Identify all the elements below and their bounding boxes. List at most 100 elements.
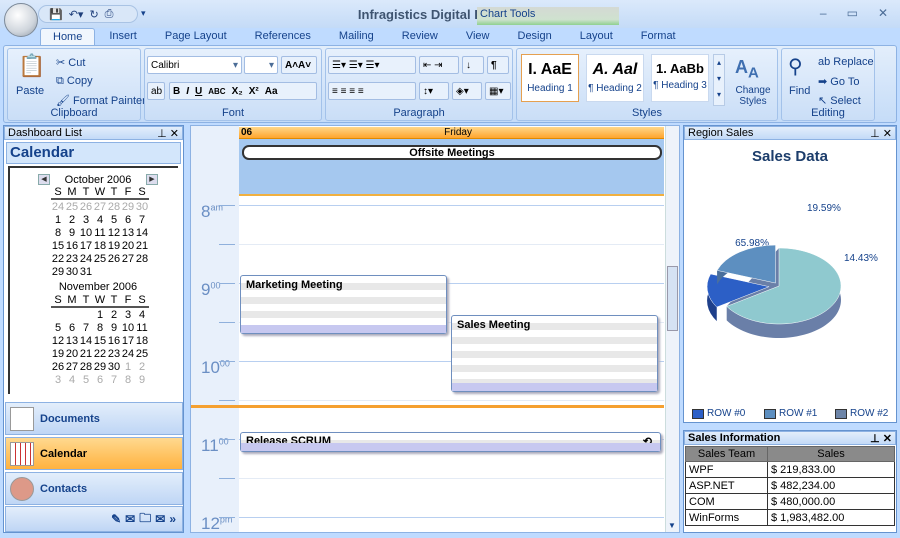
calendar-day[interactable]: 3 (79, 214, 93, 226)
configure-buttons-icon[interactable]: » (169, 512, 176, 526)
calendar-day[interactable]: 20 (65, 348, 79, 360)
replace-button[interactable]: ab Replace (818, 56, 874, 68)
copy-button[interactable]: ⧉ Copy (56, 75, 93, 88)
calendar-day[interactable]: 8 (121, 374, 135, 386)
calendar-day[interactable]: 7 (107, 374, 121, 386)
borders-button[interactable]: ▦▾ (485, 82, 511, 100)
column-header[interactable]: Sales (768, 447, 895, 462)
paste-icon[interactable]: 📋 (18, 53, 45, 79)
nav-documents[interactable]: Documents (5, 402, 183, 435)
shading-button[interactable]: ◈▾ (452, 82, 482, 100)
calendar-day[interactable]: 26 (51, 361, 65, 373)
show-marks-button[interactable]: ¶ (487, 56, 509, 74)
grow-shrink-font-buttons[interactable]: A˄A˅ (281, 56, 317, 74)
close-button[interactable]: ✕ (878, 6, 888, 20)
calendar-day[interactable]: 13 (65, 335, 79, 347)
mini-calendar[interactable]: ◀ ▶ October 2006 SMTWTFS2425262728293012… (8, 166, 178, 394)
calendar-day[interactable]: 30 (65, 266, 79, 278)
calendar-day[interactable]: 15 (51, 240, 65, 252)
calendar-day[interactable]: 16 (107, 335, 121, 347)
calendar-day[interactable]: 2 (135, 361, 149, 373)
tab-design[interactable]: Design (504, 28, 566, 45)
calendar-day[interactable]: 24 (51, 201, 65, 213)
goto-button[interactable]: ➡ Go To (818, 75, 859, 88)
time-slot[interactable] (239, 478, 664, 479)
cut-button[interactable]: ✂ Cut (56, 56, 85, 69)
pin-close-icons[interactable]: ⊥ ✕ (870, 127, 892, 140)
calendar-day[interactable]: 22 (93, 348, 107, 360)
calendar-day[interactable]: 2 (65, 214, 79, 226)
calendar-day[interactable]: 27 (65, 361, 79, 373)
calendar-day[interactable]: 21 (79, 348, 93, 360)
calendar-day[interactable]: 5 (79, 374, 93, 386)
calendar-day[interactable]: 28 (135, 253, 149, 265)
calendar-day[interactable]: 11 (93, 227, 107, 239)
calendar-day[interactable]: 2 (107, 309, 121, 321)
calendar-day[interactable]: 12 (51, 335, 65, 347)
calendar-day[interactable]: 30 (135, 201, 149, 213)
tab-insert[interactable]: Insert (95, 28, 151, 45)
calendar-day[interactable]: 7 (79, 322, 93, 334)
calendar-day[interactable]: 24 (121, 348, 135, 360)
calendar-day[interactable]: 1 (121, 361, 135, 373)
calendar-day[interactable]: 30 (107, 361, 121, 373)
time-slot[interactable] (239, 400, 664, 401)
appointment-marketing-meeting[interactable]: Marketing Meeting (240, 275, 447, 334)
calendar-day[interactable]: 12 (107, 227, 121, 239)
calendar-day[interactable]: 4 (65, 374, 79, 386)
calendar-day[interactable]: 21 (135, 240, 149, 252)
sort-button[interactable]: ↓ (462, 56, 484, 74)
calendar-day[interactable]: 18 (135, 335, 149, 347)
scroll-down-icon[interactable]: ▼ (668, 521, 676, 530)
calendar-day[interactable]: 8 (93, 322, 107, 334)
bold-button[interactable]: B (173, 86, 180, 97)
calendar-day[interactable]: 28 (107, 201, 121, 213)
calendar-day[interactable]: 13 (121, 227, 135, 239)
calendar-day[interactable]: 25 (65, 201, 79, 213)
tasks-icon[interactable]: ✎ (111, 512, 121, 526)
tab-references[interactable]: References (241, 28, 325, 45)
calendar-day[interactable]: 4 (135, 309, 149, 321)
clear-format-icon[interactable]: ab (147, 82, 165, 100)
pin-close-icons[interactable]: ⊥ ✕ (157, 127, 179, 140)
italic-button[interactable]: I (186, 86, 189, 97)
calendar-day[interactable]: 5 (51, 322, 65, 334)
style-heading-1[interactable]: I. AaEHeading 1 (521, 54, 579, 102)
style-heading-2[interactable]: A. Aal¶ Heading 2 (586, 54, 644, 102)
calendar-day[interactable]: 25 (93, 253, 107, 265)
calendar-day[interactable]: 23 (65, 253, 79, 265)
time-slot[interactable] (239, 244, 664, 245)
calendar-day[interactable]: 28 (79, 361, 93, 373)
tab-view[interactable]: View (452, 28, 504, 45)
change-case-icon[interactable]: Aa (265, 86, 278, 97)
calendar-day[interactable]: 27 (93, 201, 107, 213)
calendar-day[interactable]: 29 (93, 361, 107, 373)
calendar-day[interactable]: 25 (135, 348, 149, 360)
nav-calendar[interactable]: Calendar (5, 437, 183, 470)
calendar-day[interactable]: 14 (135, 227, 149, 239)
calendar-day[interactable]: 1 (93, 309, 107, 321)
font-size-select[interactable]: ▾ (244, 56, 278, 74)
time-slot[interactable] (239, 205, 664, 206)
calendar-day[interactable]: 6 (93, 374, 107, 386)
table-row[interactable]: ASP.NET$ 482,234.00 (686, 478, 895, 494)
subscript-button[interactable]: X₂ (232, 86, 243, 97)
underline-button[interactable]: U (195, 86, 202, 97)
calendar-day[interactable]: 9 (107, 322, 121, 334)
calendar-day[interactable]: 18 (93, 240, 107, 252)
find-button[interactable]: Find (789, 85, 810, 97)
calendar-day[interactable]: 5 (107, 214, 121, 226)
mail-icon[interactable]: ✉ (125, 512, 135, 526)
styles-scroll[interactable]: ▴▾▾ (713, 54, 725, 106)
calendar-day[interactable]: 17 (121, 335, 135, 347)
pin-close-icons[interactable]: ⊥ ✕ (870, 432, 892, 445)
calendar-day[interactable]: 6 (121, 214, 135, 226)
tab-home[interactable]: Home (40, 28, 95, 45)
calendar-day[interactable]: 29 (121, 201, 135, 213)
superscript-button[interactable]: X² (249, 86, 259, 97)
calendar-day[interactable]: 19 (51, 348, 65, 360)
maximize-button[interactable]: ▭ (847, 6, 858, 20)
strikethrough-button[interactable]: ABC (208, 87, 225, 96)
tab-review[interactable]: Review (388, 28, 452, 45)
font-format-buttons[interactable]: BIU ABC X₂ X² Aa (169, 82, 317, 100)
